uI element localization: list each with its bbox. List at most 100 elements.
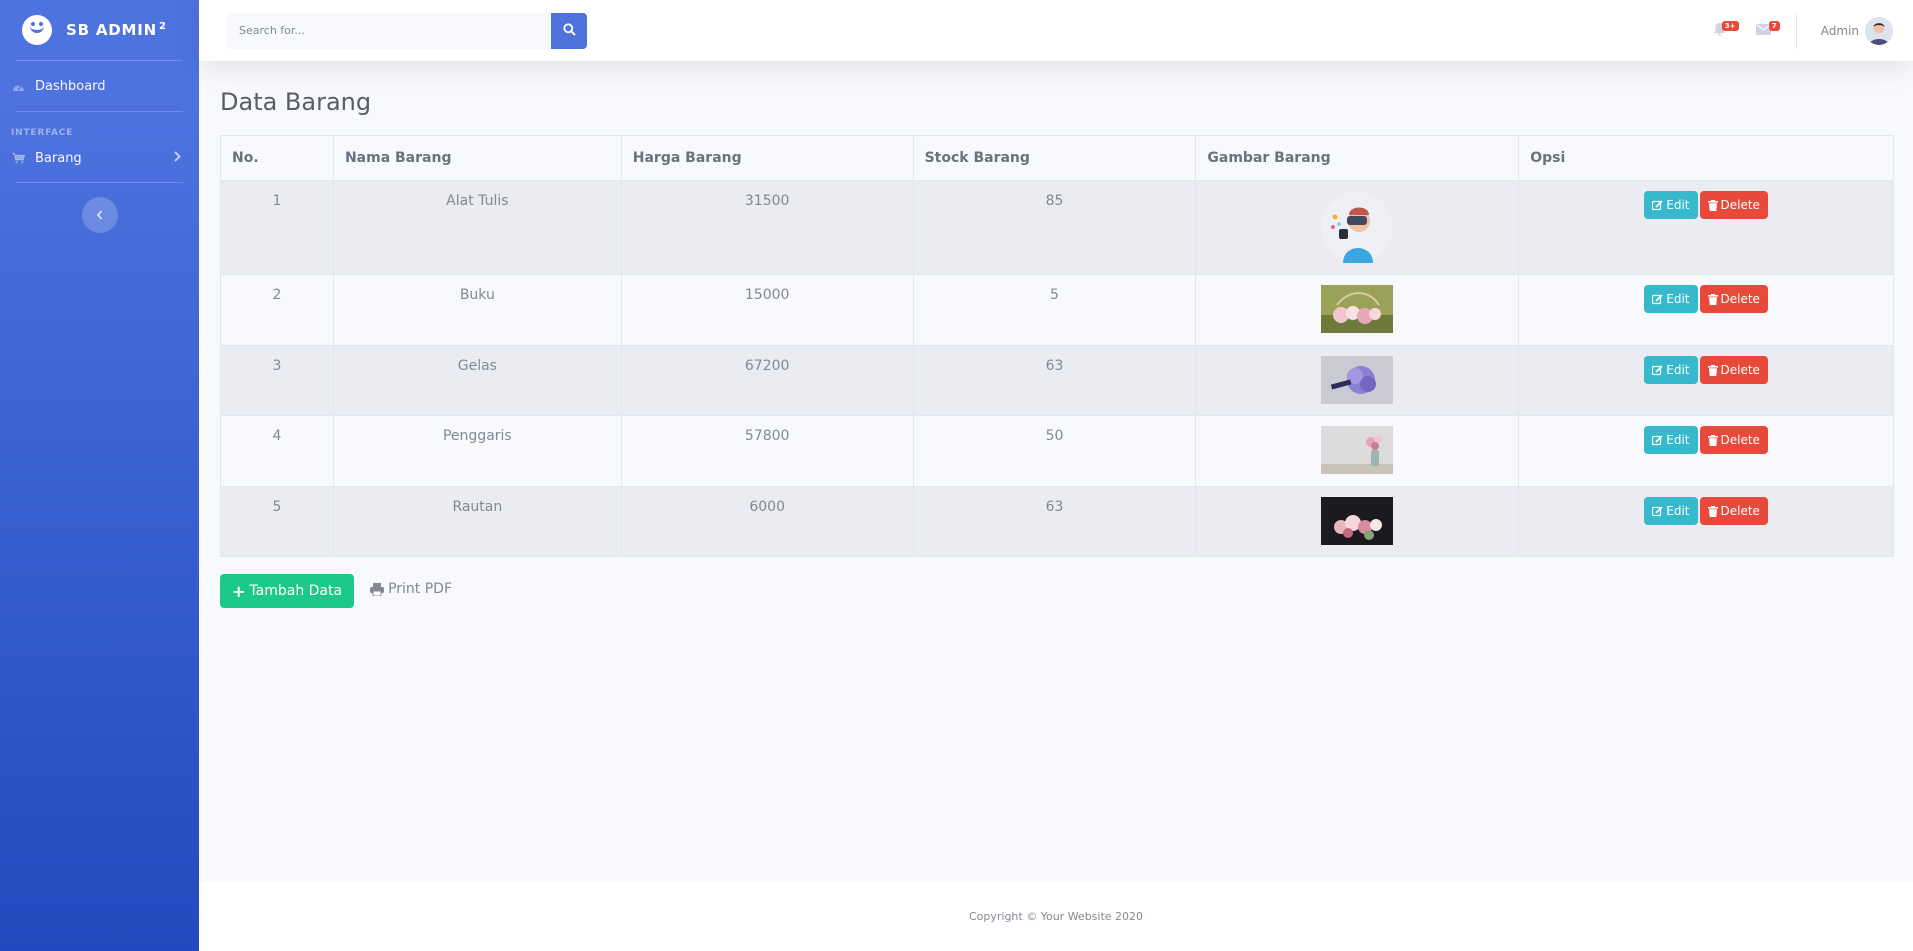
avatar[interactable] [1865,16,1893,45]
cell-harga: 6000 [620,486,914,557]
sidebar-brand[interactable]: SB ADMIN 2 [0,0,199,60]
cell-stock: 50 [912,415,1197,487]
print-icon [370,582,385,596]
messages-dropdown[interactable]: 7 [1742,0,1786,61]
product-image [1321,356,1394,404]
product-image [1321,497,1394,545]
delete-button[interactable]: Delete [1699,191,1768,219]
delete-button[interactable]: Delete [1699,356,1768,384]
trash-icon [1707,505,1718,517]
edit-label: Edit [1666,292,1690,306]
sidebar-item-barang[interactable]: Barang [0,138,199,178]
edit-label: Edit [1666,363,1690,377]
shopping-cart-icon [12,152,25,165]
delete-label: Delete [1720,504,1760,518]
sidebar: SB ADMIN 2 Dashboard Interface Barang [0,0,199,951]
edit-icon [1652,505,1663,516]
sidebar-divider [16,182,183,183]
cell-harga: 31500 [620,180,914,275]
data-table: No. Nama Barang Harga Barang Stock Baran… [220,135,1894,557]
sidebar-heading: Interface [11,128,74,138]
delete-button[interactable]: Delete [1699,426,1768,454]
edit-button[interactable]: Edit [1644,356,1698,384]
edit-button[interactable]: Edit [1644,285,1698,313]
product-image [1321,285,1394,333]
cell-harga: 15000 [620,274,914,346]
cell-harga: 57800 [620,415,914,487]
sidebar-item-label: Dashboard [35,78,106,94]
product-image [1321,191,1394,263]
edit-label: Edit [1666,198,1690,212]
sidebar-item-label: Barang [35,150,82,166]
column-header: Stock Barang [912,135,1197,181]
trash-icon [1707,293,1718,305]
cell-stock: 85 [912,180,1197,275]
table-actions: + Tambah Data Print PDF [220,574,452,608]
table-row: 2 Buku 15000 5 Edit Delete [220,274,1894,346]
copyright-text: Copyright © Your Website 2020 [968,910,1144,923]
delete-button[interactable]: Delete [1699,497,1768,525]
search-button[interactable] [551,12,587,49]
search-form [227,12,587,49]
delete-button[interactable]: Delete [1699,285,1768,313]
cell-no: 1 [220,180,334,275]
brand-name: SB ADMIN [66,21,157,39]
cell-nama: Alat Tulis [332,180,622,275]
cell-no: 5 [220,486,334,557]
column-header: Gambar Barang [1195,135,1520,181]
delete-label: Delete [1720,363,1760,377]
cell-no: 3 [220,345,334,416]
edit-button[interactable]: Edit [1644,191,1698,219]
alerts-dropdown[interactable]: 3+ [1698,0,1742,61]
chevron-right-icon [174,150,181,166]
cell-nama: Gelas [332,345,622,416]
topbar-divider [1795,12,1797,49]
delete-label: Delete [1720,433,1760,447]
tachometer-icon [12,80,25,93]
brand-sup: 2 [158,21,167,32]
cell-stock: 63 [912,486,1197,557]
table-row: 5 Rautan 6000 63 Edit Delete [220,486,1894,557]
page-title: Data Barang [220,88,372,116]
delete-label: Delete [1720,198,1760,212]
add-data-button[interactable]: + Tambah Data [220,574,355,608]
column-header: Nama Barang [332,135,622,181]
cell-nama: Rautan [332,486,622,557]
edit-icon [1652,434,1663,445]
main-content: Data Barang No. Nama Barang Harga Barang… [199,61,1913,608]
cell-harga: 67200 [620,345,914,416]
cell-no: 2 [220,274,334,346]
topbar: 3+ 7 Admin [199,0,1913,61]
sidebar-toggle-button[interactable] [81,197,118,233]
footer: Copyright © Your Website 2020 [199,882,1913,951]
edit-label: Edit [1666,433,1690,447]
column-header: Harga Barang [620,135,914,181]
edit-icon [1652,293,1663,304]
cell-stock: 63 [912,345,1197,416]
print-pdf-link[interactable]: Print PDF [370,581,452,597]
messages-badge: 7 [1768,21,1780,31]
product-image [1321,426,1394,474]
delete-label: Delete [1720,292,1760,306]
search-icon [562,22,576,39]
edit-button[interactable]: Edit [1644,497,1698,525]
trash-icon [1707,199,1718,211]
add-data-label: Tambah Data [249,583,343,599]
search-input[interactable] [227,12,551,49]
plus-icon: + [232,581,246,601]
sidebar-item-dashboard[interactable]: Dashboard [0,61,199,111]
user-name[interactable]: Admin [1821,24,1859,38]
table-row: 4 Penggaris 57800 50 Edit Delete [220,415,1894,487]
edit-button[interactable]: Edit [1644,426,1698,454]
alerts-badge: 3+ [1721,21,1739,31]
table-row: 3 Gelas 67200 63 Edit Delete [220,345,1894,416]
cell-no: 4 [220,415,334,487]
edit-icon [1652,199,1663,210]
table-row: 1 Alat Tulis 31500 85 Edit Delete [220,180,1894,275]
edit-icon [1652,364,1663,375]
laugh-wink-icon [22,15,52,45]
table-header-row: No. Nama Barang Harga Barang Stock Baran… [220,135,1894,181]
cell-stock: 5 [912,274,1197,346]
cell-nama: Buku [332,274,622,346]
print-pdf-label: Print PDF [388,581,453,597]
